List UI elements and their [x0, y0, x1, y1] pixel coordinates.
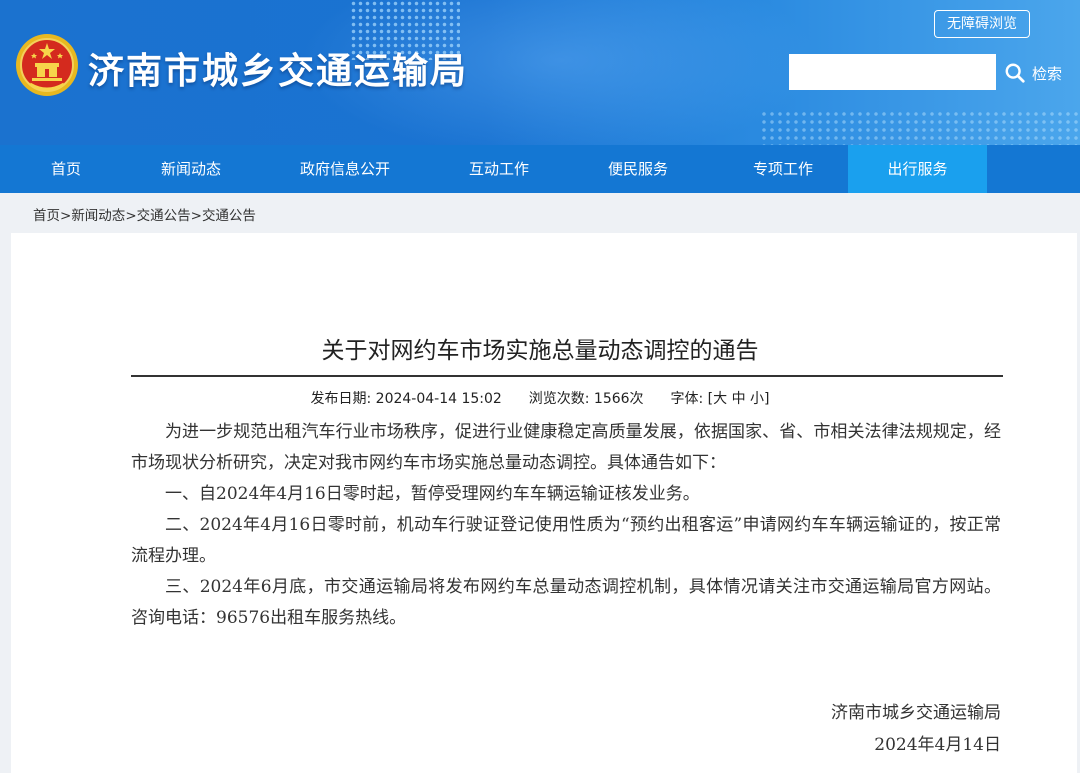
- breadcrumb-separator: >: [190, 208, 202, 224]
- font-size-bracket-close: ]: [764, 391, 770, 407]
- breadcrumb-traffic-notice-current[interactable]: 交通公告: [202, 208, 256, 224]
- nav-item-interaction[interactable]: 互动工作: [440, 145, 558, 193]
- site-title: 济南市城乡交通运输局: [88, 51, 469, 92]
- breadcrumb-separator: >: [60, 208, 72, 224]
- title-divider: [131, 375, 1003, 377]
- article-sign-date: 2024年4月14日: [874, 735, 1001, 755]
- search-button-label: 检索: [1032, 64, 1063, 83]
- font-size-label: 字体:: [670, 391, 704, 407]
- nav-item-gov-info[interactable]: 政府信息公开: [250, 145, 440, 193]
- breadcrumb-news[interactable]: 新闻动态: [71, 208, 125, 224]
- publish-date-label: 发布日期:: [310, 391, 372, 407]
- nav-item-travel[interactable]: 出行服务: [848, 145, 987, 193]
- article-paragraph-1: 一、自2024年4月16日零时起，暂停受理网约车车辆运输证核发业务。: [165, 484, 700, 504]
- search-input[interactable]: [789, 54, 996, 90]
- nav-item-services[interactable]: 便民服务: [558, 145, 718, 193]
- font-size-medium[interactable]: 中: [732, 391, 746, 407]
- view-count-label: 浏览次数:: [528, 391, 590, 407]
- article-paragraph-2: 二、2024年4月16日零时前，机动车行驶证登记使用性质为“预约出租客运”申请网…: [131, 515, 1001, 566]
- nav-item-special[interactable]: 专项工作: [718, 145, 848, 193]
- breadcrumb-traffic-notice[interactable]: 交通公告: [137, 208, 191, 224]
- article-paragraph-3: 三、2024年6月底，市交通运输局将发布网约车总量动态调控机制，具体情况请关注市…: [131, 577, 1001, 628]
- article-meta: 发布日期: 2024-04-14 15:02 浏览次数: 1566次 字体: […: [0, 388, 1080, 408]
- accessibility-button[interactable]: 无障碍浏览: [934, 10, 1030, 38]
- breadcrumb: 首页>新闻动态>交通公告>交通公告: [33, 204, 256, 224]
- search-icon: [1005, 63, 1025, 83]
- font-size-small[interactable]: 小: [750, 391, 764, 407]
- search-button[interactable]: 检索: [1004, 60, 1070, 86]
- nav-item-news[interactable]: 新闻动态: [132, 145, 250, 193]
- main-nav: 首页 新闻动态 政府信息公开 互动工作 便民服务 专项工作 出行服务: [0, 145, 1080, 193]
- breadcrumb-separator: >: [125, 208, 137, 224]
- national-emblem-icon: [16, 34, 78, 96]
- article-body: 为进一步规范出租汽车行业市场秩序，促进行业健康稳定高质量发展，依据国家、省、市相…: [131, 417, 1001, 634]
- font-size-large[interactable]: 大: [713, 391, 727, 407]
- article-title: 关于对网约车市场实施总量动态调控的通告: [321, 338, 759, 364]
- article-paragraph-intro: 为进一步规范出租汽车行业市场秩序，促进行业健康稳定高质量发展，依据国家、省、市相…: [131, 422, 1001, 473]
- view-count: 1566次: [593, 391, 644, 407]
- nav-item-home[interactable]: 首页: [0, 145, 132, 193]
- banner-dot-pattern-bottom: [760, 110, 1080, 145]
- breadcrumb-home[interactable]: 首页: [33, 208, 60, 224]
- header-banner: 济南市城乡交通运输局 无障碍浏览 检索: [0, 0, 1080, 145]
- publish-date: 2024-04-14 15:02: [375, 391, 502, 407]
- article-signature: 济南市城乡交通运输局: [831, 703, 1001, 723]
